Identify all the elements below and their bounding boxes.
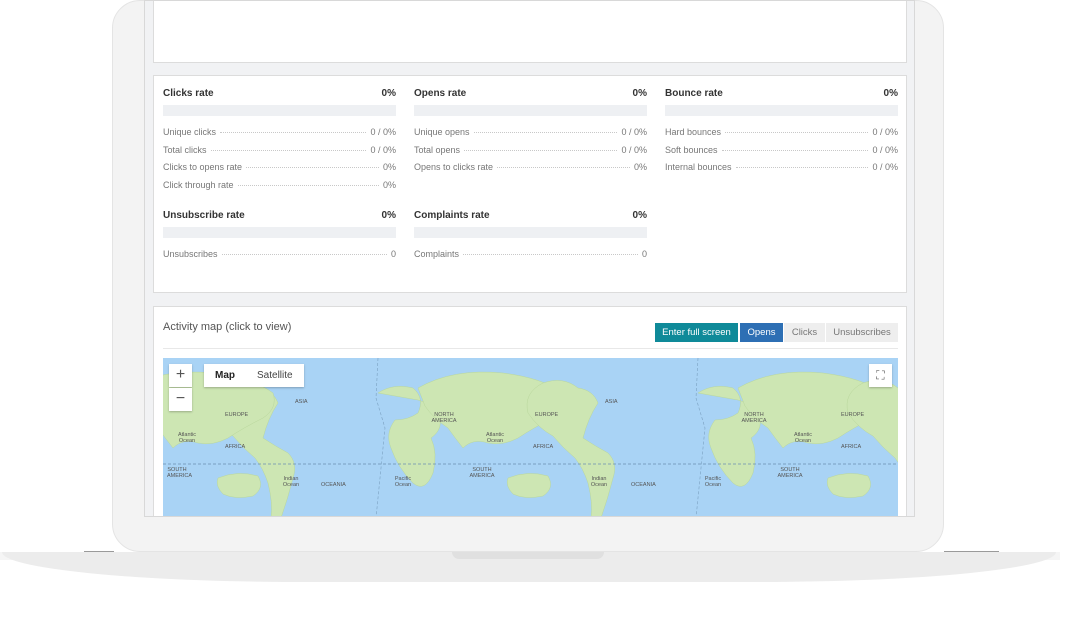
world-map[interactable]: ASIA EUROPE AFRICA NORTH AMERICA SOUTH A… [163, 358, 898, 516]
zoom-out-button[interactable]: − [169, 388, 192, 411]
stat-row: Total opens 0 / 0% [414, 144, 647, 155]
enter-full-screen-button[interactable]: Enter full screen [655, 323, 738, 342]
clicks-rate-block: Clicks rate 0% Unique clicks 0 / 0% Total … [163, 88, 396, 197]
activity-map-panel: Activity map (click to view) Enter full … [153, 306, 907, 516]
map-label: ASIA [295, 399, 308, 405]
opens-rate-block: Opens rate 0% Unique opens 0 / 0% Total op… [414, 88, 647, 180]
unsubscribe-rate-title: Unsubscribe rate [163, 210, 245, 221]
map-label: AFRICA [225, 444, 246, 450]
laptop-notch [452, 552, 604, 559]
unsubscribe-rate-bar [163, 227, 396, 238]
bounce-rate-block: Bounce rate 0% Hard bounces 0 / 0% Soft bo… [665, 88, 898, 180]
map-type-satellite-button[interactable]: Satellite [246, 364, 304, 387]
map-label: Pacific Ocean [704, 476, 722, 488]
opens-rate-bar [414, 105, 647, 116]
map-label: Indian Ocean [282, 476, 300, 488]
map-label: SOUTH AMERICA [167, 467, 193, 479]
map-label: Indian Ocean [590, 476, 608, 488]
complaints-rate-title: Complaints rate [414, 210, 490, 221]
map-label: SOUTH AMERICA [777, 467, 803, 479]
map-label: Atlantic Ocean [177, 432, 197, 444]
complaints-rate-pct: 0% [632, 210, 647, 221]
unsubscribe-rate-block: Unsubscribe rate 0% Unsubscribes 0 [163, 210, 396, 267]
base-line-right [944, 551, 999, 552]
map-label: AFRICA [841, 444, 862, 450]
map-label: Atlantic Ocean [485, 432, 505, 444]
map-label: ASIA [605, 399, 618, 405]
clicks-rate-title: Clicks rate [163, 88, 214, 99]
zoom-in-button[interactable]: + [169, 364, 192, 387]
clicks-rate-pct: 0% [381, 88, 396, 99]
divider [163, 348, 898, 349]
map-label: AFRICA [533, 444, 554, 450]
stat-row: Hard bounces 0 / 0% [665, 127, 898, 137]
stat-row: Click through rate 0% [163, 179, 396, 190]
base-line-left [84, 551, 114, 552]
map-label: EUROPE [535, 412, 559, 418]
opens-filter-button[interactable]: Opens [740, 323, 783, 342]
clicks-rate-bar [163, 105, 396, 116]
map-label: EUROPE [225, 412, 249, 418]
stat-row: Total clicks 0 / 0% [163, 144, 396, 155]
opens-rate-title: Opens rate [414, 88, 467, 99]
map-label: Pacific Ocean [394, 476, 412, 488]
bounce-rate-bar [665, 105, 898, 116]
stat-row: Opens to clicks rate 0% [414, 162, 647, 172]
stat-row: Unique clicks 0 / 0% [163, 127, 396, 137]
stat-row: Unique opens 0 / 0% [414, 127, 647, 137]
bounce-rate-pct: 0% [883, 88, 898, 99]
stat-row: Clicks to opens rate 0% [163, 162, 396, 172]
map-type-map-button[interactable]: Map [204, 364, 246, 387]
clicks-filter-button[interactable]: Clicks [784, 323, 825, 342]
map-label: NORTH AMERICA [431, 412, 457, 424]
bounce-rate-title: Bounce rate [665, 88, 723, 99]
complaints-rate-block: Complaints rate 0% Complaints 0 [414, 210, 647, 267]
map-label: Atlantic Ocean [793, 432, 813, 444]
stats-panel: Clicks rate 0% Unique clicks 0 / 0% Total … [153, 75, 907, 293]
stat-row: Complaints 0 [414, 249, 647, 259]
stat-row: Unsubscribes 0 [163, 249, 396, 259]
unsubscribe-rate-pct: 0% [381, 210, 396, 221]
map-label: NORTH AMERICA [741, 412, 767, 424]
activity-map-title[interactable]: Activity map (click to view) [163, 321, 291, 333]
stat-row: Internal bounces 0 / 0% [665, 162, 898, 172]
stat-row: Soft bounces 0 / 0% [665, 144, 898, 155]
map-label: SOUTH AMERICA [469, 467, 495, 479]
map-type-control: Map Satellite [204, 364, 304, 387]
top-panel [153, 1, 907, 63]
complaints-rate-bar [414, 227, 647, 238]
map-label: OCEANIA [631, 482, 656, 488]
fullscreen-icon[interactable]: ⛶ [869, 364, 892, 387]
laptop-screen: Clicks rate 0% Unique clicks 0 / 0% Total … [144, 0, 915, 517]
opens-rate-pct: 0% [632, 88, 647, 99]
unsubscribes-filter-button[interactable]: Unsubscribes [826, 323, 898, 342]
map-label: OCEANIA [321, 482, 346, 488]
map-label: EUROPE [841, 412, 865, 418]
